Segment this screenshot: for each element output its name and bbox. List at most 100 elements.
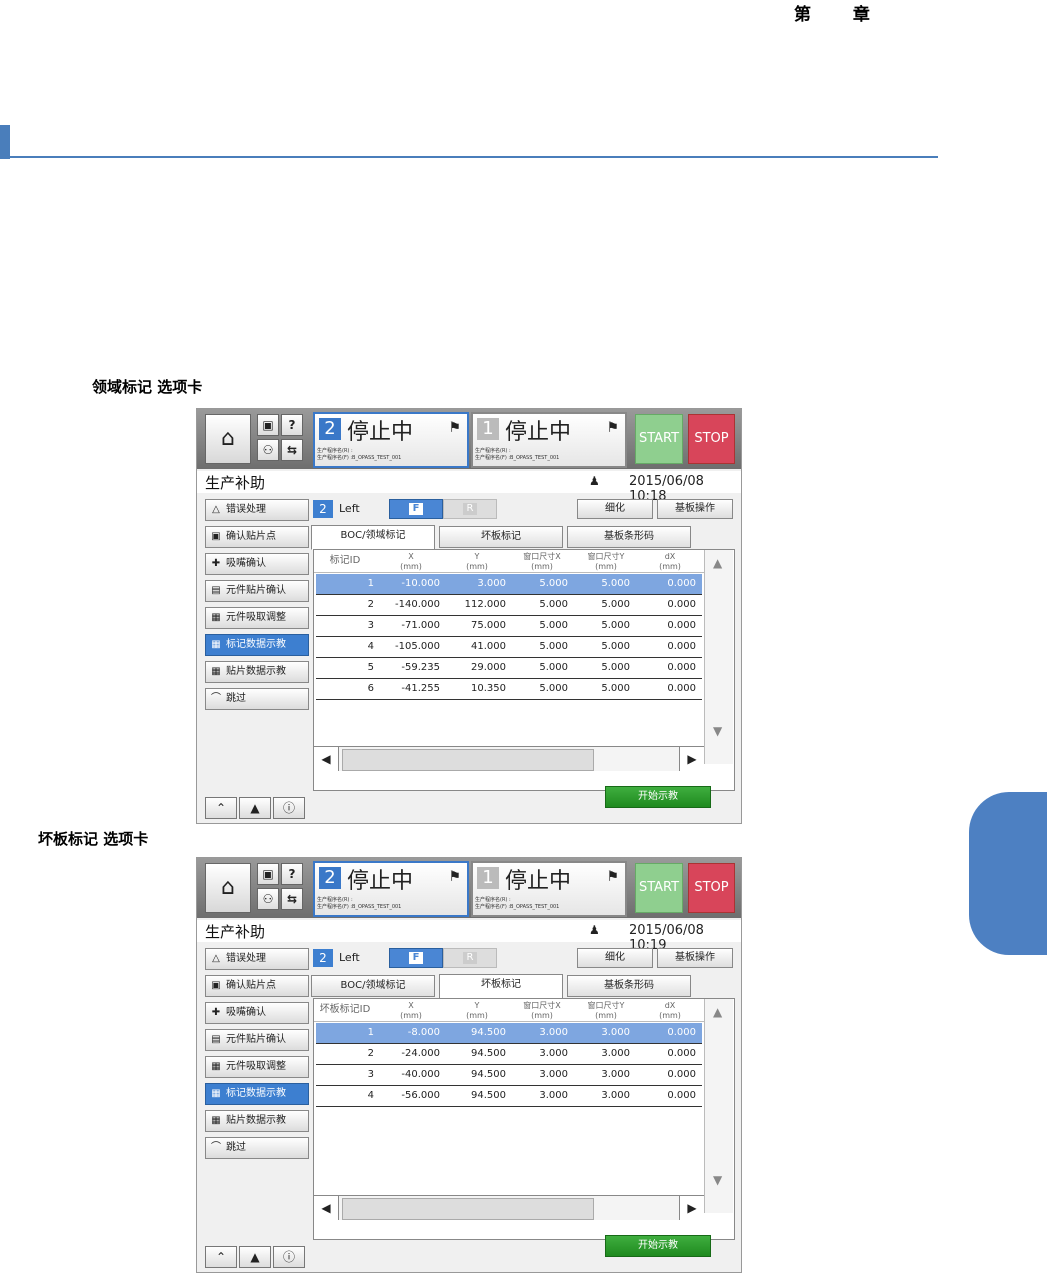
menu-item-5[interactable]: ▦ 标记数据示教 bbox=[205, 634, 309, 656]
info-icon[interactable]: ⓘ bbox=[273, 797, 305, 819]
tab-0[interactable]: BOC/领域标记 bbox=[311, 975, 435, 997]
keyboard-icon[interactable]: ▣ bbox=[257, 414, 279, 436]
menu-item-1[interactable]: ▣ 确认贴片点 bbox=[205, 526, 309, 548]
table-cell: 5.000 bbox=[539, 641, 568, 652]
menu-item-0[interactable]: △ 错误处理 bbox=[205, 499, 309, 521]
detail-button[interactable]: 细化 bbox=[577, 499, 653, 519]
program-icon: ⚑ bbox=[606, 869, 619, 885]
table-cell: 94.500 bbox=[471, 1069, 506, 1080]
pickup-icon: ▦ bbox=[211, 1061, 221, 1072]
rear-button[interactable]: R bbox=[443, 499, 497, 519]
table-cell: -40.000 bbox=[401, 1069, 440, 1080]
board-operation-button[interactable]: 基板操作 bbox=[657, 948, 733, 968]
table-cell: 0.000 bbox=[667, 1027, 696, 1038]
start-button[interactable]: START bbox=[635, 863, 683, 913]
menu-item-3[interactable]: ▤ 元件贴片确认 bbox=[205, 1029, 309, 1051]
warning-icon[interactable]: ▲ bbox=[239, 797, 271, 819]
menu-item-7[interactable]: ⌒ 跳过 bbox=[205, 688, 309, 710]
scroll-right-icon[interactable]: ▶ bbox=[679, 1196, 704, 1220]
lane-1-status[interactable]: 1 停止中 ⚑ 生产程序名(R) : 生产程序名(F) :B_OPASS_TEST_0… bbox=[471, 412, 627, 468]
menu-item-7[interactable]: ⌒ 跳过 bbox=[205, 1137, 309, 1159]
table-row[interactable]: 6 -41.255 10.350 5.000 5.000 0.000 bbox=[316, 679, 702, 700]
table-cell: 3.000 bbox=[539, 1090, 568, 1101]
home-icon[interactable]: ⌂ bbox=[205, 863, 251, 913]
table-row[interactable]: 2 -140.000 112.000 5.000 5.000 0.000 bbox=[316, 595, 702, 616]
menu-item-1[interactable]: ▣ 确认贴片点 bbox=[205, 975, 309, 997]
start-teaching-button[interactable]: 开始示教 bbox=[605, 1235, 711, 1257]
scroll-up-icon[interactable]: ▲ bbox=[713, 556, 722, 570]
col-title: 窗口尺寸Y bbox=[587, 552, 625, 561]
scroll-left-icon[interactable]: ◀ bbox=[314, 1196, 339, 1220]
conveyor-label: Left bbox=[339, 951, 360, 964]
table-row[interactable]: 2 -24.000 94.500 3.000 3.000 0.000 bbox=[316, 1044, 702, 1065]
menu-item-2[interactable]: ✚ 吸嘴确认 bbox=[205, 1002, 309, 1024]
col-wy: 窗口尺寸Y (mm) bbox=[574, 1001, 638, 1023]
tab-0[interactable]: BOC/领域标记 bbox=[311, 525, 435, 550]
lane-2-status[interactable]: 2 停止中 ⚑ 生产程序名(R) : 生产程序名(F) :B_OPASS_TEST_0… bbox=[313, 412, 469, 468]
board-operation-button[interactable]: 基板操作 bbox=[657, 499, 733, 519]
table-row[interactable]: 4 -105.000 41.000 5.000 5.000 0.000 bbox=[316, 637, 702, 658]
scroll-right-icon[interactable]: ▶ bbox=[679, 747, 704, 771]
collapse-icon[interactable]: ⌃ bbox=[205, 1246, 237, 1268]
menu-item-6[interactable]: ▦ 贴片数据示教 bbox=[205, 661, 309, 683]
table-cell: -10.000 bbox=[401, 578, 440, 589]
menu-item-3[interactable]: ▤ 元件贴片确认 bbox=[205, 580, 309, 602]
horizontal-scrollbar[interactable]: ◀ ▶ bbox=[314, 1195, 704, 1220]
scroll-down-icon[interactable]: ▼ bbox=[713, 1173, 722, 1187]
help-icon[interactable]: ? bbox=[281, 414, 303, 436]
menu-item-0[interactable]: △ 错误处理 bbox=[205, 948, 309, 970]
menu-item-5[interactable]: ▦ 标记数据示教 bbox=[205, 1083, 309, 1105]
menu-item-2[interactable]: ✚ 吸嘴确认 bbox=[205, 553, 309, 575]
place-teach-icon: ▦ bbox=[211, 666, 221, 677]
pickup-icon: ▦ bbox=[211, 612, 221, 623]
stop-button[interactable]: STOP bbox=[688, 414, 735, 464]
warning-icon[interactable]: ▲ bbox=[239, 1246, 271, 1268]
tab-1[interactable]: 坏板标记 bbox=[439, 974, 563, 999]
menu-item-4[interactable]: ▦ 元件吸取调整 bbox=[205, 1056, 309, 1078]
collapse-icon[interactable]: ⌃ bbox=[205, 797, 237, 819]
table-row[interactable]: 1 -8.000 94.500 3.000 3.000 0.000 bbox=[316, 1023, 702, 1044]
keyboard-icon[interactable]: ▣ bbox=[257, 863, 279, 885]
rear-button[interactable]: R bbox=[443, 948, 497, 968]
vertical-scrollbar[interactable]: ▲ ▼ bbox=[704, 999, 733, 1213]
table-cell: 0.000 bbox=[667, 620, 696, 631]
front-button[interactable]: F bbox=[389, 948, 443, 968]
home-icon[interactable]: ⌂ bbox=[205, 414, 251, 464]
stop-button[interactable]: STOP bbox=[688, 863, 735, 913]
lane-2-status[interactable]: 2 停止中 ⚑ 生产程序名(R) : 生产程序名(F) :B_OPASS_TEST_0… bbox=[313, 861, 469, 917]
tab-2[interactable]: 基板条形码 bbox=[567, 526, 691, 548]
table-cell: -140.000 bbox=[395, 599, 440, 610]
info-icon[interactable]: ⓘ bbox=[273, 1246, 305, 1268]
col-title: Y bbox=[474, 1001, 480, 1010]
front-button[interactable]: F bbox=[389, 499, 443, 519]
table-row[interactable]: 3 -40.000 94.500 3.000 3.000 0.000 bbox=[316, 1065, 702, 1086]
table-cell: 112.000 bbox=[464, 599, 506, 610]
tab-2[interactable]: 基板条形码 bbox=[567, 975, 691, 997]
lane-1-status[interactable]: 1 停止中 ⚑ 生产程序名(R) : 生产程序名(F) :B_OPASS_TEST_0… bbox=[471, 861, 627, 917]
users-icon[interactable]: ⚇ bbox=[257, 439, 279, 461]
detail-button[interactable]: 细化 bbox=[577, 948, 653, 968]
users-icon[interactable]: ⚇ bbox=[257, 888, 279, 910]
vertical-scrollbar[interactable]: ▲ ▼ bbox=[704, 550, 733, 764]
table-row[interactable]: 3 -71.000 75.000 5.000 5.000 0.000 bbox=[316, 616, 702, 637]
start-teaching-button[interactable]: 开始示教 bbox=[605, 786, 711, 808]
scroll-down-icon[interactable]: ▼ bbox=[713, 724, 722, 738]
start-button[interactable]: START bbox=[635, 414, 683, 464]
menu-item-label: 标记数据示教 bbox=[226, 639, 286, 650]
transfer-icon[interactable]: ⇆ bbox=[281, 439, 303, 461]
help-icon[interactable]: ? bbox=[281, 863, 303, 885]
transfer-icon[interactable]: ⇆ bbox=[281, 888, 303, 910]
menu-item-4[interactable]: ▦ 元件吸取调整 bbox=[205, 607, 309, 629]
horizontal-scrollbar[interactable]: ◀ ▶ bbox=[314, 746, 704, 771]
menu-item-6[interactable]: ▦ 贴片数据示教 bbox=[205, 1110, 309, 1132]
table-row[interactable]: 4 -56.000 94.500 3.000 3.000 0.000 bbox=[316, 1086, 702, 1107]
table-row[interactable]: 1 -10.000 3.000 5.000 5.000 0.000 bbox=[316, 574, 702, 595]
table-row[interactable]: 5 -59.235 29.000 5.000 5.000 0.000 bbox=[316, 658, 702, 679]
scroll-up-icon[interactable]: ▲ bbox=[713, 1005, 722, 1019]
table-cell: 6 bbox=[367, 683, 374, 694]
scroll-thumb[interactable] bbox=[342, 749, 594, 771]
scroll-thumb[interactable] bbox=[342, 1198, 594, 1220]
tab-1[interactable]: 坏板标记 bbox=[439, 526, 563, 548]
scroll-left-icon[interactable]: ◀ bbox=[314, 747, 339, 771]
col-title: 窗口尺寸X bbox=[523, 552, 561, 561]
